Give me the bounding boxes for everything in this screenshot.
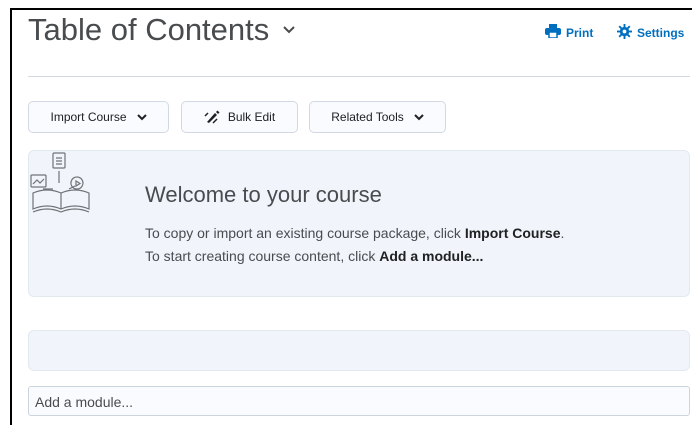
page-title-menu[interactable]: Table of Contents [28,12,295,48]
print-label: Print [566,25,594,40]
welcome-line-import: To copy or import an existing course pac… [145,225,564,241]
welcome-card: Welcome to your course To copy or import… [28,150,690,297]
add-module-emphasis: Add a module... [379,248,484,264]
related-tools-label: Related Tools [331,110,404,124]
import-course-emphasis: Import Course [464,225,561,241]
bulk-edit-label: Bulk Edit [227,110,276,124]
chevron-down-icon [414,113,424,121]
chevron-down-icon[interactable] [283,26,295,34]
add-module-input[interactable]: Add a module... [28,386,690,416]
bulk-edit-button[interactable]: Bulk Edit [181,101,298,133]
welcome-heading: Welcome to your course [145,182,382,207]
printer-icon [545,24,566,41]
gear-icon [617,24,637,42]
settings-button[interactable]: Settings [617,24,684,42]
page-title: Table of Contents [28,12,270,47]
import-course-button[interactable]: Import Course [28,101,169,133]
print-button[interactable]: Print [545,24,593,41]
welcome-line-module: To start creating course content, click … [145,248,483,264]
header-divider [28,76,690,77]
settings-label: Settings [637,26,685,40]
chevron-down-icon [136,113,147,121]
welcome-line-module-text: To start creating course content, click [145,248,380,264]
pencil-icon [204,110,220,124]
book-illustration-icon [30,152,90,213]
module-list-placeholder [28,330,690,371]
welcome-line-import-text: To copy or import an existing course pac… [145,225,465,241]
add-module-label: Add a module... [35,394,134,410]
related-tools-button[interactable]: Related Tools [309,101,446,133]
welcome-line-import-end: . [560,225,565,241]
import-course-label: Import Course [50,110,127,124]
